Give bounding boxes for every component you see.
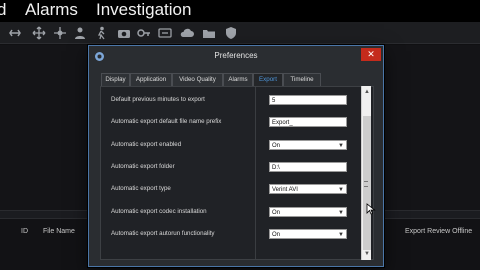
- setting-label: Automatic export autorun functionality: [111, 230, 215, 237]
- select-value: On: [272, 210, 281, 216]
- vertical-scrollbar[interactable]: ▲ ▼: [361, 86, 371, 260]
- export-enabled-select[interactable]: On ▼: [269, 140, 347, 150]
- cloud-icon[interactable]: [180, 26, 194, 40]
- select-value: Verint AVI: [272, 187, 298, 193]
- camera-icon[interactable]: [117, 26, 131, 40]
- link-icon[interactable]: [8, 26, 22, 40]
- chevron-down-icon: ▼: [338, 143, 344, 149]
- tab-application[interactable]: Application: [130, 73, 172, 86]
- menu-item-alarms[interactable]: Alarms: [25, 0, 78, 22]
- select-value: On: [272, 143, 281, 149]
- tab-export[interactable]: Export: [253, 73, 283, 86]
- person-icon[interactable]: [73, 26, 87, 40]
- select-value: On: [272, 232, 281, 238]
- autorun-select[interactable]: On ▼: [269, 229, 347, 239]
- export-folder-input[interactable]: D:\: [269, 162, 347, 172]
- menu-item-partial[interactable]: d: [0, 0, 6, 22]
- tab-timeline[interactable]: Timeline: [283, 73, 321, 86]
- dvr-icon[interactable]: [158, 26, 172, 40]
- tab-bar: Display Application Video Quality Alarms…: [101, 73, 371, 86]
- codec-installation-select[interactable]: On ▼: [269, 207, 347, 217]
- key-icon[interactable]: [137, 26, 151, 40]
- tab-alarms[interactable]: Alarms: [223, 73, 253, 86]
- move-icon[interactable]: [53, 26, 67, 40]
- menu-item-investigation[interactable]: Investigation: [96, 0, 191, 22]
- toolbar: [0, 22, 480, 44]
- column-header-file-name[interactable]: File Name: [43, 228, 75, 235]
- setting-label: Automatic export type: [111, 185, 171, 192]
- folder-icon[interactable]: [202, 26, 216, 40]
- setting-label: Automatic export enabled: [111, 141, 182, 148]
- column-header-id[interactable]: ID: [21, 228, 28, 235]
- settings-list: Default previous minutes to export 5 Aut…: [100, 86, 374, 260]
- scroll-grip-icon: [364, 181, 368, 187]
- file-prefix-input[interactable]: Export_: [269, 117, 347, 127]
- shield-icon[interactable]: [224, 26, 238, 40]
- column-header-export-review[interactable]: Export Review Offline: [405, 228, 472, 235]
- scroll-down-arrow-icon[interactable]: ▼: [362, 250, 372, 258]
- mouse-cursor-icon: [366, 203, 376, 215]
- setting-label: Automatic export default file name prefi…: [111, 118, 222, 125]
- setting-label: Default previous minutes to export: [111, 96, 205, 103]
- preferences-dialog: Preferences ✕ Display Application Video …: [88, 45, 384, 267]
- export-type-select[interactable]: Verint AVI ▼: [269, 184, 347, 194]
- chevron-down-icon: ▼: [338, 187, 344, 193]
- move-icon[interactable]: [32, 26, 46, 40]
- menu-bar: d Alarms Investigation: [0, 0, 480, 22]
- scroll-up-arrow-icon[interactable]: ▲: [362, 88, 372, 96]
- tab-display[interactable]: Display: [101, 73, 130, 86]
- close-button[interactable]: ✕: [361, 48, 381, 61]
- tab-video-quality[interactable]: Video Quality: [172, 73, 223, 86]
- chevron-down-icon: ▼: [338, 232, 344, 238]
- walk-icon[interactable]: [94, 26, 108, 40]
- dialog-titlebar[interactable]: Preferences ✕: [89, 46, 383, 68]
- dialog-title: Preferences: [214, 51, 258, 60]
- setting-label: Automatic export folder: [111, 163, 175, 170]
- chevron-down-icon: ▼: [338, 210, 344, 216]
- setting-label: Automatic export codec installation: [111, 208, 207, 215]
- column-divider: [255, 87, 256, 259]
- default-minutes-input[interactable]: 5: [269, 95, 347, 105]
